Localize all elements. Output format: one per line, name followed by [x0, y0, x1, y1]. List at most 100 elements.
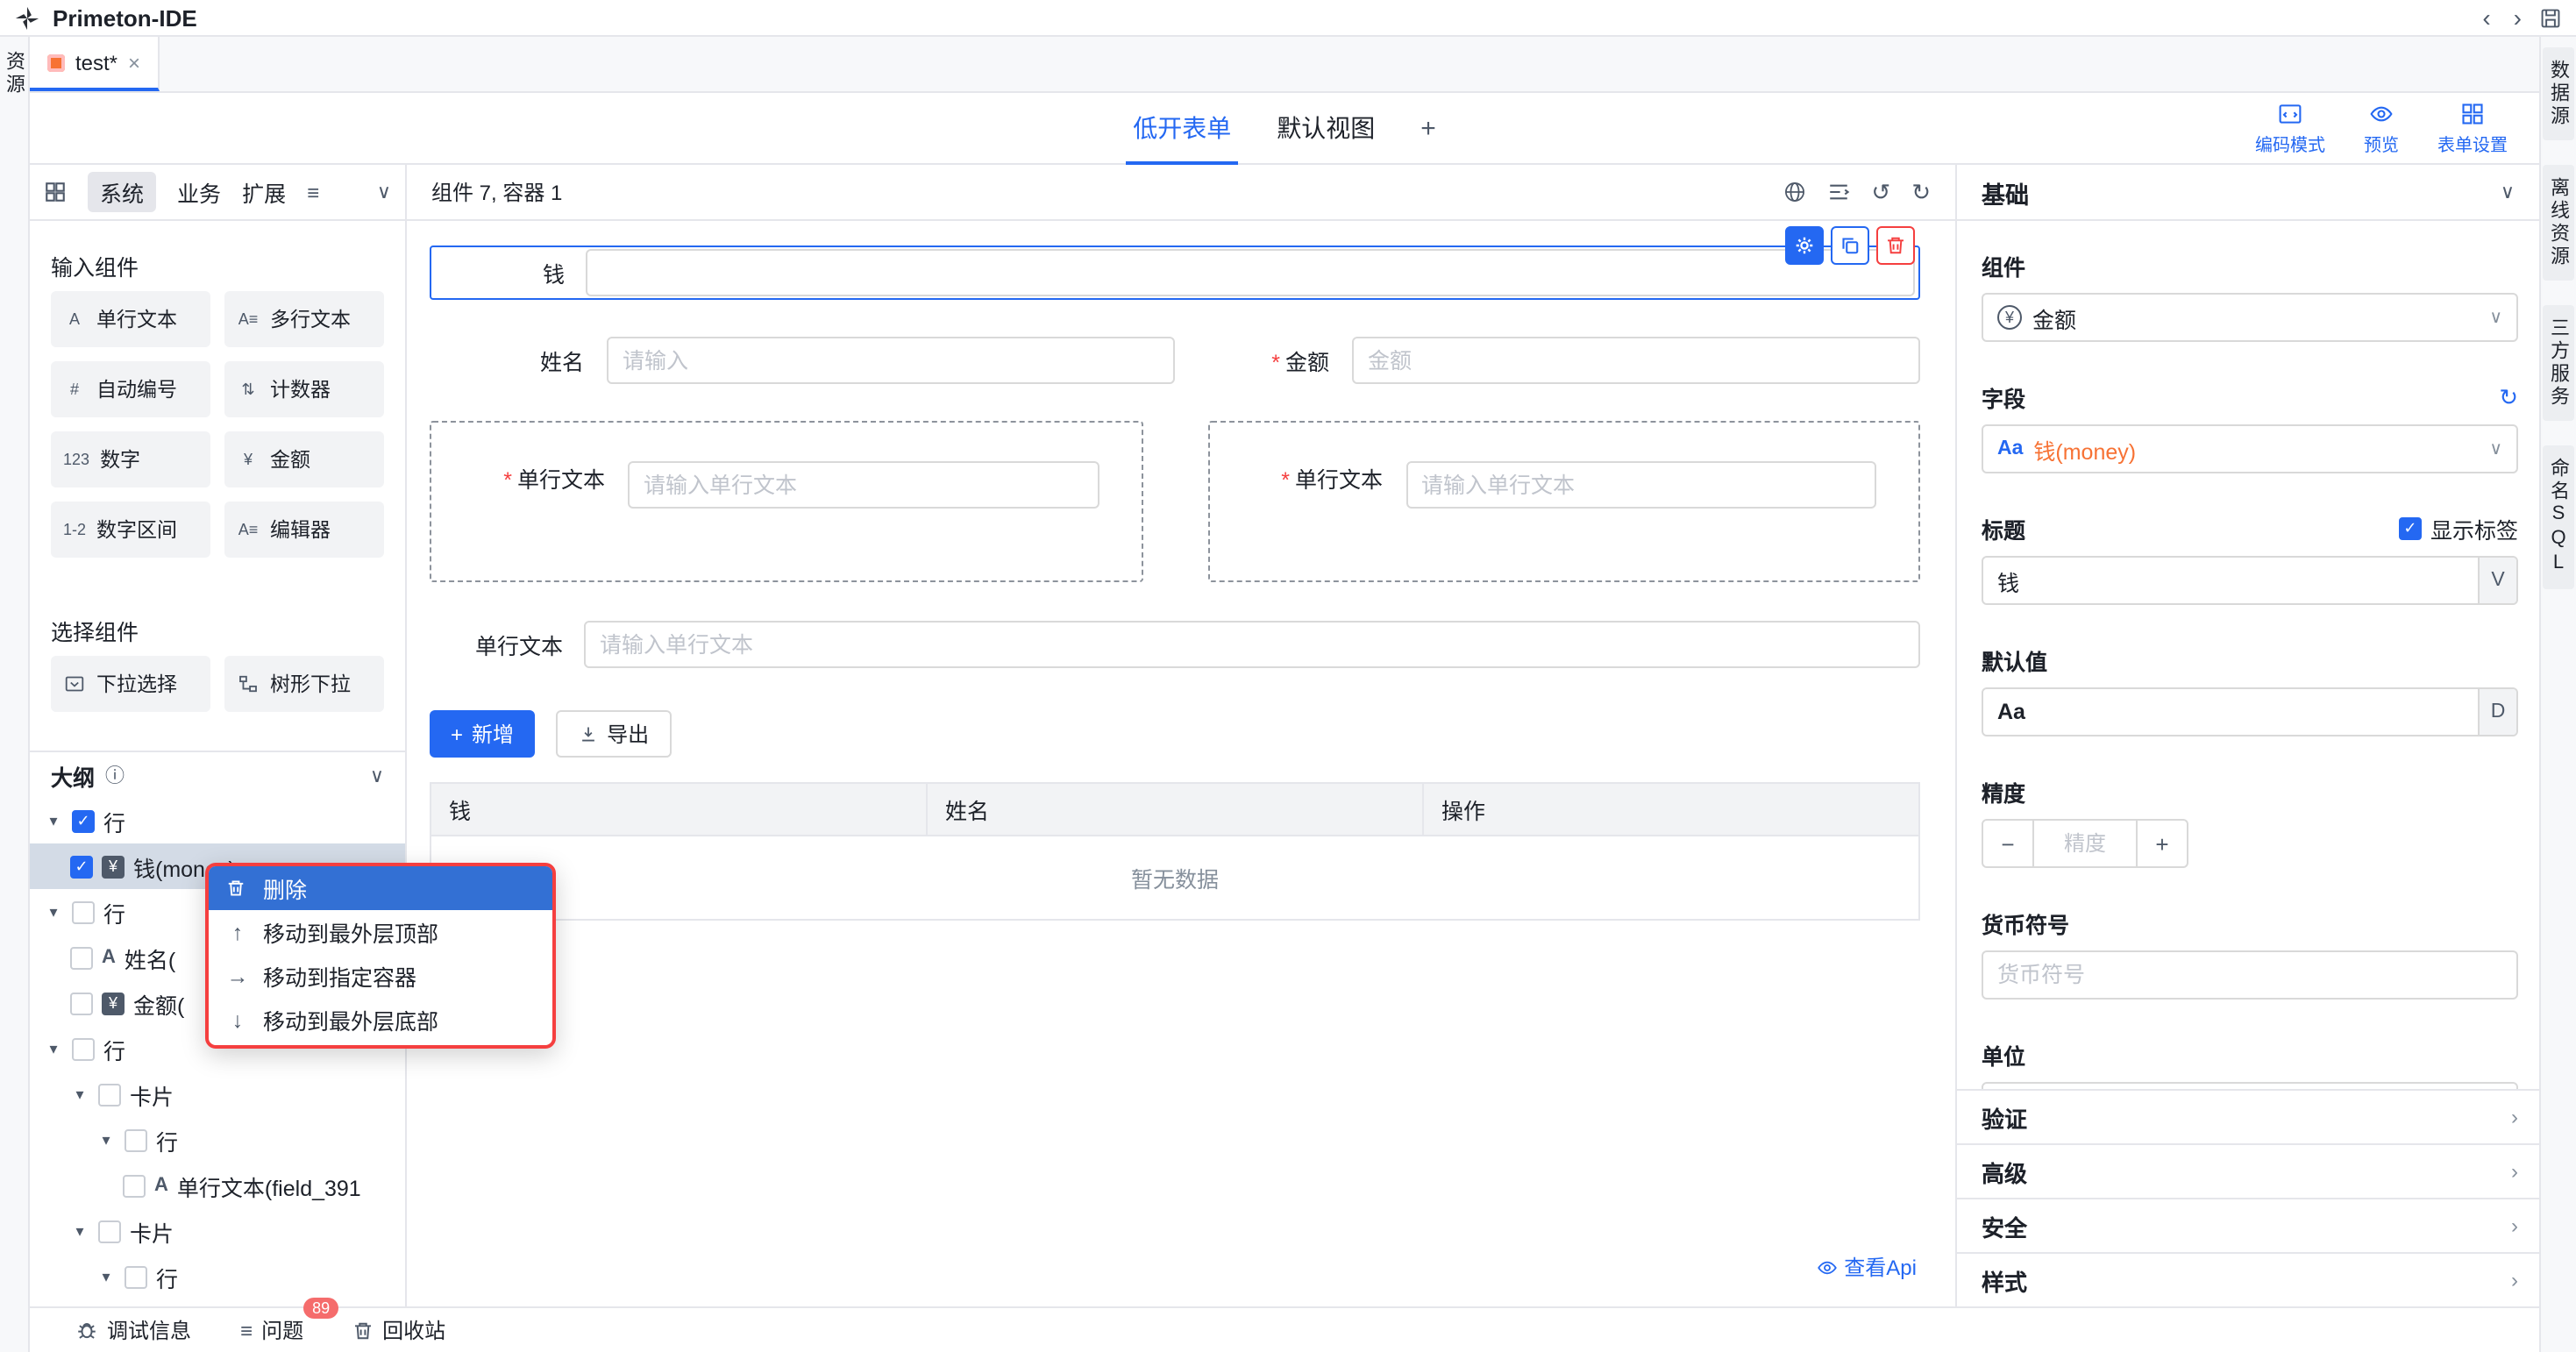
- precision-input[interactable]: [2034, 819, 2136, 868]
- tree-checkbox[interactable]: [98, 1083, 121, 1106]
- tab-extension[interactable]: 扩展: [242, 175, 286, 209]
- component-dropdown-select[interactable]: 下拉选择: [51, 656, 210, 712]
- tree-checkbox[interactable]: [70, 992, 93, 1014]
- tree-checkbox[interactable]: [72, 809, 95, 832]
- tree-checkbox[interactable]: [125, 1128, 147, 1151]
- caret-down-icon[interactable]: ▾: [96, 1130, 116, 1149]
- tree-checkbox[interactable]: [123, 1174, 146, 1197]
- tree-checkbox[interactable]: [72, 900, 95, 923]
- menu-item-move-to-top[interactable]: ↑ 移动到最外层顶部: [209, 910, 552, 954]
- title-input[interactable]: [1982, 556, 2518, 605]
- show-label-checkbox[interactable]: [2399, 517, 2422, 540]
- form-settings-button[interactable]: 表单设置: [2437, 101, 2508, 155]
- code-mode-button[interactable]: 编码模式: [2255, 101, 2325, 155]
- caret-down-icon[interactable]: ▾: [70, 1221, 89, 1241]
- tree-checkbox[interactable]: [98, 1220, 121, 1242]
- chevron-down-icon[interactable]: ∨: [370, 764, 384, 786]
- amount-field[interactable]: *金额: [1175, 337, 1920, 384]
- caret-down-icon[interactable]: ▾: [44, 811, 63, 830]
- default-value-button[interactable]: D: [2478, 689, 2516, 735]
- minus-button[interactable]: −: [1982, 819, 2034, 868]
- sidebar-item-third-party-services[interactable]: 三方服务: [2543, 305, 2574, 421]
- tree-row[interactable]: ▾行: [30, 1254, 405, 1299]
- chevron-down-icon[interactable]: ∨: [2501, 181, 2515, 203]
- component-library-icon[interactable]: [44, 181, 67, 203]
- chevron-down-icon[interactable]: ∨: [377, 181, 391, 203]
- tab-default-view[interactable]: 默认视图: [1277, 110, 1375, 146]
- tree-row[interactable]: ▾行: [30, 1117, 405, 1163]
- save-icon[interactable]: [2539, 6, 2562, 29]
- sidebar-item-datasource[interactable]: 数据源: [2543, 47, 2574, 140]
- preview-button[interactable]: 预览: [2364, 101, 2399, 155]
- component-editor[interactable]: A≡编辑器: [224, 502, 384, 558]
- component-number[interactable]: 123数字: [51, 431, 210, 487]
- money-field-input[interactable]: [586, 249, 1915, 296]
- debug-info-button[interactable]: 调试信息: [75, 1315, 191, 1345]
- component-single-line-text[interactable]: A单行文本: [51, 291, 210, 347]
- sidebar-item-named-sql[interactable]: 命名SQL: [2543, 445, 2574, 589]
- outline-header[interactable]: 大纲 ⓘ ∨: [30, 752, 405, 798]
- sidebar-item-offline-resources[interactable]: 离线资源: [2543, 165, 2574, 281]
- menu-item-move-to-container[interactable]: → 移动到指定容器: [209, 954, 552, 998]
- caret-down-icon[interactable]: ▾: [44, 902, 63, 921]
- problems-button[interactable]: ≡ 问题 89: [240, 1315, 303, 1345]
- tab-business[interactable]: 业务: [177, 175, 221, 209]
- component-number-range[interactable]: 1-2数字区间: [51, 502, 210, 558]
- plus-button[interactable]: +: [2136, 819, 2188, 868]
- single-line-field[interactable]: 单行文本: [430, 621, 1920, 668]
- tab-system[interactable]: 系统: [88, 172, 156, 212]
- tab-test[interactable]: test* ×: [30, 37, 160, 91]
- section-security[interactable]: 安全›: [1957, 1198, 2539, 1252]
- tree-checkbox[interactable]: [125, 1265, 147, 1288]
- section-style[interactable]: 样式›: [1957, 1252, 2539, 1306]
- tree-row[interactable]: A单行文本(field_391: [30, 1163, 405, 1208]
- field-copy-button[interactable]: [1831, 226, 1869, 265]
- sidebar-item-resources[interactable]: 资源: [0, 51, 28, 96]
- show-label-toggle[interactable]: 显示标签: [2399, 512, 2518, 545]
- tree-row[interactable]: ▾行: [30, 798, 405, 843]
- component-counter[interactable]: ⇅计数器: [224, 361, 384, 417]
- title-variable-button[interactable]: V: [2478, 558, 2516, 603]
- info-icon[interactable]: ⓘ: [105, 761, 125, 789]
- caret-down-icon[interactable]: ▾: [70, 1085, 89, 1104]
- dashed-container[interactable]: *单行文本: [430, 421, 1142, 582]
- amount-field-input[interactable]: [1352, 337, 1920, 384]
- single-line-input[interactable]: [628, 461, 1099, 509]
- section-advanced[interactable]: 高级›: [1957, 1143, 2539, 1198]
- component-multi-line-text[interactable]: A≡多行文本: [224, 291, 384, 347]
- field-select[interactable]: Aa 钱(money) ∨: [1982, 424, 2518, 473]
- caret-down-icon[interactable]: ▾: [44, 1039, 63, 1058]
- dashed-container[interactable]: *单行文本: [1207, 421, 1920, 582]
- globe-icon[interactable]: [1783, 181, 1806, 203]
- component-select[interactable]: ¥ 金额 ∨: [1982, 293, 2518, 342]
- selected-money-field[interactable]: 钱: [430, 245, 1920, 300]
- name-field[interactable]: 姓名: [430, 337, 1175, 384]
- nav-forward-icon[interactable]: ›: [2508, 5, 2527, 30]
- add-button[interactable]: +新增: [430, 710, 535, 758]
- section-validation[interactable]: 验证›: [1957, 1089, 2539, 1143]
- caret-down-icon[interactable]: ▾: [96, 1267, 116, 1286]
- field-settings-button[interactable]: [1785, 226, 1824, 265]
- close-icon[interactable]: ×: [128, 52, 140, 73]
- add-view-icon[interactable]: +: [1420, 113, 1436, 143]
- single-line-input[interactable]: [1405, 461, 1876, 509]
- export-button[interactable]: 导出: [556, 710, 672, 758]
- tree-checkbox[interactable]: [70, 855, 93, 878]
- redo-icon[interactable]: ↻: [1911, 178, 1931, 206]
- default-value-input[interactable]: [1982, 687, 2518, 736]
- single-line-input[interactable]: [584, 621, 1920, 668]
- view-api-link[interactable]: 查看Api: [1816, 1252, 1917, 1282]
- field-delete-button[interactable]: [1876, 226, 1915, 265]
- hamburger-icon[interactable]: ≡: [307, 180, 319, 204]
- tree-checkbox[interactable]: [72, 1037, 95, 1060]
- unit-input[interactable]: [1982, 1082, 2518, 1089]
- recycle-bin-button[interactable]: 回收站: [352, 1315, 445, 1345]
- tree-row[interactable]: ▾卡片: [30, 1071, 405, 1117]
- component-auto-number[interactable]: #自动编号: [51, 361, 210, 417]
- component-amount[interactable]: ¥金额: [224, 431, 384, 487]
- outline-toggle-icon[interactable]: [1827, 181, 1850, 203]
- currency-symbol-input[interactable]: [1982, 950, 2518, 1000]
- undo-icon[interactable]: ↺: [1871, 178, 1890, 206]
- menu-item-delete[interactable]: 删除: [209, 866, 552, 910]
- tree-checkbox[interactable]: [70, 946, 93, 969]
